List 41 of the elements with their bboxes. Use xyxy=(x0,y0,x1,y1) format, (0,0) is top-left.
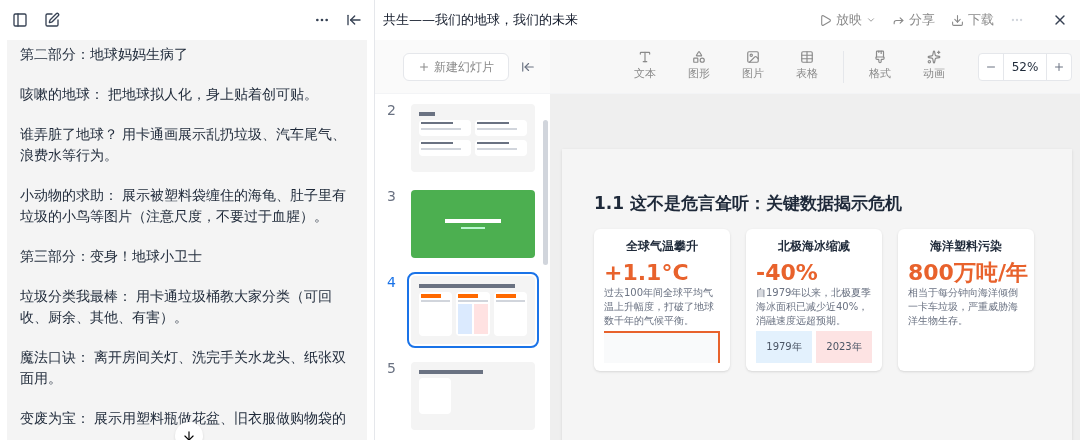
brush-icon xyxy=(873,50,887,65)
sidebar-toggle-icon[interactable] xyxy=(12,12,28,28)
document-title: 共生——我们的地球，我们的未来 xyxy=(383,11,578,30)
notes-paragraph: 魔法口诀： 离开房间关灯、洗完手关水龙头、纸张双面用。 xyxy=(20,348,348,388)
caret-icon xyxy=(866,15,876,25)
notes-paragraph: 第二部分：地球妈妈生病了 xyxy=(20,45,189,64)
collapse-icon[interactable] xyxy=(521,59,535,74)
slide-thumbnail[interactable] xyxy=(407,272,539,348)
notes-paragraph: 垃圾分类我最棒： 用卡通垃圾桶教大家分类（可回收、厨余、其他、有害）。 xyxy=(20,287,334,327)
image-icon xyxy=(746,50,760,65)
stat-figure: -40% xyxy=(756,258,819,286)
card-heading: 全球气温攀升 xyxy=(625,237,699,255)
card-heading: 北极海冰缩减 xyxy=(777,237,851,255)
table-icon xyxy=(800,50,814,65)
stat-figure: +1.1°C xyxy=(604,258,690,286)
zoom-level: 52% xyxy=(1003,53,1047,80)
card-description: 自1979年以来，北极夏季海冰面积已减少近40%，消融速度远超预期。 xyxy=(756,286,872,328)
edit-icon[interactable] xyxy=(44,12,60,28)
scrollbar[interactable] xyxy=(543,120,548,265)
collapse-icon[interactable] xyxy=(346,12,362,28)
download-icon xyxy=(951,13,964,27)
play-icon xyxy=(819,13,832,27)
notes-paragraph: 小动物的求助： 展示被塑料袋缠住的海龟、肚子里有垃圾的小鸟等图片（注意尺度，不要过于血腥）。 xyxy=(20,186,348,226)
sparkle-icon xyxy=(927,50,941,65)
card-heading: 海洋塑料污染 xyxy=(929,237,1003,255)
slide-number: 3 xyxy=(387,187,397,206)
shapes-icon xyxy=(692,50,706,65)
slide-number: 2 xyxy=(387,101,397,120)
slide-number: 5 xyxy=(387,359,397,378)
notes-paragraph: 咳嗽的地球： 把地球拟人化，身上贴着创可贴。 xyxy=(20,85,320,104)
card-description: 相当于每分钟向海洋倾倒一卡车垃圾，严重威胁海洋生物生存。 xyxy=(908,286,1019,328)
text-icon xyxy=(638,50,652,65)
plus-icon xyxy=(1053,60,1065,73)
plus-icon xyxy=(418,60,430,73)
slide-number: 4 xyxy=(387,273,397,292)
block-label: 2023年 xyxy=(826,340,862,355)
notes-paragraph: 第三部分：变身！地球小卫士 xyxy=(20,247,203,266)
notes-paragraph: 谁弄脏了地球？ 用卡通画展示乱扔垃圾、汽车尾气、浪费水等行为。 xyxy=(20,125,348,165)
card-description: 过去100年间全球平均气温上升幅度，打破了地球数千年的气候平衡。 xyxy=(604,286,715,328)
slide-title: 1.1 这不是危言耸听：关键数据揭示危机 xyxy=(594,192,904,215)
block-label: 1979年 xyxy=(766,340,802,355)
